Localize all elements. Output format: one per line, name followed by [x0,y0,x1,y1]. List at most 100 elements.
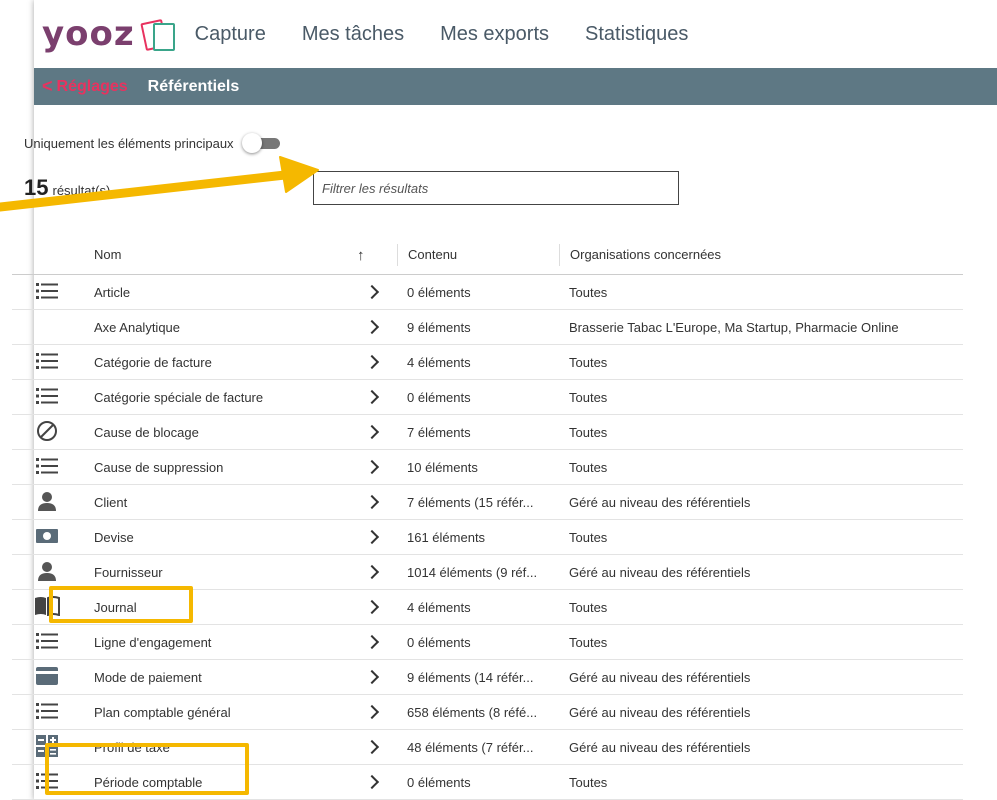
breadcrumb: < Réglages Référentiels [34,68,997,105]
chevron-right-icon[interactable] [364,599,380,614]
result-count-label: résultat(s) [52,183,111,198]
column-header-organisations[interactable]: Organisations concernées [559,236,963,275]
block-icon [36,420,58,445]
row-name: Article [82,274,357,310]
back-label: Réglages [56,77,128,95]
person-icon [37,561,57,584]
table-row[interactable]: Fournisseur 1014 éléments (9 réf... Géré a… [12,554,963,590]
row-content: 0 éléments [397,624,559,660]
row-name: Catégorie spéciale de facture [82,379,357,415]
column-header-contenu[interactable]: Contenu [397,236,559,275]
chevron-right-icon[interactable] [364,284,380,299]
table-row[interactable]: Plan comptable général 658 éléments (8 ré… [12,694,963,730]
row-content: 7 éléments [397,414,559,450]
toggle-label: Uniquement les éléments principaux [24,135,234,151]
row-organisations: Toutes [559,624,963,660]
page-title: Référentiels [147,77,240,95]
row-organisations: Toutes [559,274,963,310]
row-name: Ligne d'engagement [82,624,357,660]
row-organisations: Géré au niveau des référentiels [559,484,963,520]
table-row[interactable]: Catégorie de facture 4 éléments Toutes [12,344,963,380]
list-icon [36,772,58,793]
chevron-right-icon[interactable] [364,459,380,474]
result-count-number: 15 [24,175,49,200]
row-content: 0 éléments [397,379,559,415]
table-row[interactable]: Période comptable 0 éléments Toutes [12,764,963,800]
nav-mes-taches[interactable]: Mes tâches [302,23,404,46]
list-icon [36,632,58,653]
table-header-row: Nom ↑ Contenu Organisations concernées [12,236,963,275]
row-content: 10 éléments [397,449,559,485]
row-content: 0 éléments [397,274,559,310]
table-row[interactable]: Profil de taxe 48 éléments (7 référ... Gér… [12,729,963,765]
chevron-right-icon[interactable] [364,529,380,544]
person-icon [37,491,57,514]
table-row[interactable]: Ligne d'engagement 0 éléments Toutes [12,624,963,660]
main-elements-toggle[interactable] [240,133,284,153]
row-organisations: Toutes [559,449,963,485]
table-row[interactable]: Cause de suppression 10 éléments Toutes [12,449,963,485]
main-elements-toggle-row: Uniquement les éléments principaux [24,133,284,153]
row-name: Axe Analytique [82,309,357,345]
row-name: Catégorie de facture [82,344,357,380]
row-organisations: Toutes [559,519,963,555]
row-name: Mode de paiement [82,659,357,695]
row-content: 9 éléments (14 référ... [397,659,559,695]
chevron-right-icon[interactable] [364,564,380,579]
chevron-right-icon[interactable] [364,774,380,789]
row-organisations: Toutes [559,414,963,450]
table-row[interactable]: Catégorie spéciale de facture 0 éléments T… [12,379,963,415]
row-organisations: Brasserie Tabac L'Europe, Ma Startup, Ph… [559,309,963,345]
yooz-logo[interactable]: yooz [42,14,175,54]
table-row[interactable]: Mode de paiement 9 éléments (14 référ... G… [12,659,963,695]
row-name: Cause de suppression [82,449,357,485]
table-row[interactable]: Article 0 éléments Toutes [12,274,963,310]
row-content: 4 éléments [397,589,559,625]
row-organisations: Toutes [559,764,963,800]
row-name: Journal [82,589,357,625]
row-content: 9 éléments [397,309,559,345]
chevron-right-icon[interactable] [364,669,380,684]
sort-ascending-icon[interactable]: ↑ [357,236,397,275]
chevron-right-icon[interactable] [364,634,380,649]
table-row[interactable]: Client 7 éléments (15 référ... Géré au niv… [12,484,963,520]
referentiels-table: Nom ↑ Contenu Organisations concernées A… [12,236,963,800]
table-row[interactable]: Cause de blocage 7 éléments Toutes [12,414,963,450]
chevron-right-icon[interactable] [364,494,380,509]
chevron-left-icon: < [42,76,53,96]
row-name: Devise [82,519,357,555]
table-row[interactable]: Devise 161 éléments Toutes [12,519,963,555]
row-organisations: Toutes [559,589,963,625]
back-to-reglages-link[interactable]: < Réglages [42,76,128,97]
list-icon [36,457,58,478]
top-navigation: yooz Capture Mes tâches Mes exports Stat… [34,0,997,68]
logo-text: yooz [42,14,135,54]
nav-capture[interactable]: Capture [195,23,266,46]
row-organisations: Toutes [559,379,963,415]
nav-mes-exports[interactable]: Mes exports [440,23,549,46]
column-header-nom[interactable]: Nom [82,236,357,275]
filter-input[interactable] [313,171,679,205]
row-content: 48 éléments (7 référ... [397,729,559,765]
chevron-right-icon[interactable] [364,739,380,754]
chevron-right-icon[interactable] [364,424,380,439]
list-icon [36,352,58,373]
row-content: 7 éléments (15 référ... [397,484,559,520]
list-icon [36,387,58,408]
list-icon [36,282,58,303]
chevron-right-icon[interactable] [364,389,380,404]
row-name: Profil de taxe [82,729,357,765]
row-name: Cause de blocage [82,414,357,450]
logo-cards-icon [140,19,175,51]
chevron-right-icon[interactable] [364,319,380,334]
row-organisations: Toutes [559,344,963,380]
table-row[interactable]: Journal 4 éléments Toutes [12,589,963,625]
nav-statistiques[interactable]: Statistiques [585,23,688,46]
chevron-right-icon[interactable] [364,704,380,719]
book-icon [34,595,60,619]
money-icon [36,528,58,547]
list-icon [36,702,58,723]
table-row[interactable]: Axe Analytique 9 éléments Brasserie Tabac … [12,309,963,345]
chevron-right-icon[interactable] [364,354,380,369]
row-content: 658 éléments (8 réfé... [397,694,559,730]
